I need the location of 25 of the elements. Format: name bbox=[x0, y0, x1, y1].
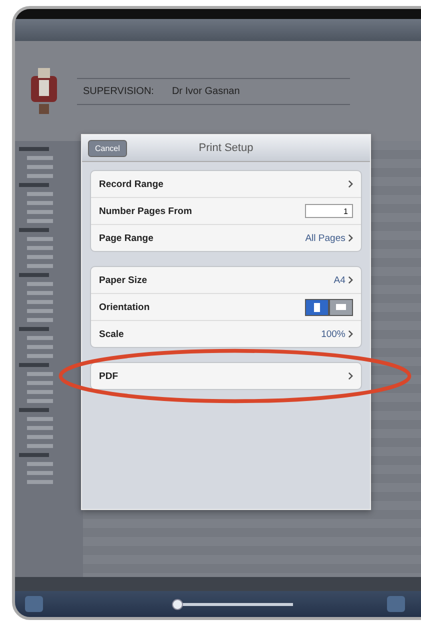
chevron-icon bbox=[348, 330, 353, 338]
setting-value[interactable]: All Pages bbox=[305, 232, 353, 244]
portrait-orientation-button[interactable] bbox=[305, 298, 329, 316]
chevron-icon bbox=[348, 276, 353, 284]
chevron-icon bbox=[348, 234, 353, 242]
setting-label: Orientation bbox=[99, 302, 151, 312]
setting-value[interactable]: 100% bbox=[321, 328, 353, 340]
setting-value[interactable] bbox=[348, 372, 353, 380]
dialog-title: Print Setup bbox=[198, 142, 254, 154]
setting-label: Number Pages From bbox=[99, 206, 193, 216]
supervisor-name: Dr Ivor Gasnan bbox=[172, 86, 240, 96]
setting-value[interactable] bbox=[348, 180, 353, 188]
supervision-label: SUPERVISION: bbox=[83, 86, 154, 96]
chevron-icon bbox=[348, 372, 353, 380]
setting-label: PDF bbox=[99, 370, 119, 382]
setting-label: Scale bbox=[99, 328, 125, 340]
landscape-orientation-button[interactable] bbox=[329, 298, 353, 316]
cancel-button[interactable]: Cancel bbox=[88, 140, 127, 156]
setting-label: Page Range bbox=[99, 232, 154, 244]
coat-of-arms-icon bbox=[29, 66, 59, 116]
page-number-field[interactable]: 1 bbox=[305, 204, 353, 218]
setting-label: Paper Size bbox=[99, 274, 148, 286]
setting-value[interactable]: A4 bbox=[334, 274, 353, 286]
setting-label: Record Range bbox=[99, 178, 164, 190]
chevron-icon bbox=[348, 180, 353, 188]
